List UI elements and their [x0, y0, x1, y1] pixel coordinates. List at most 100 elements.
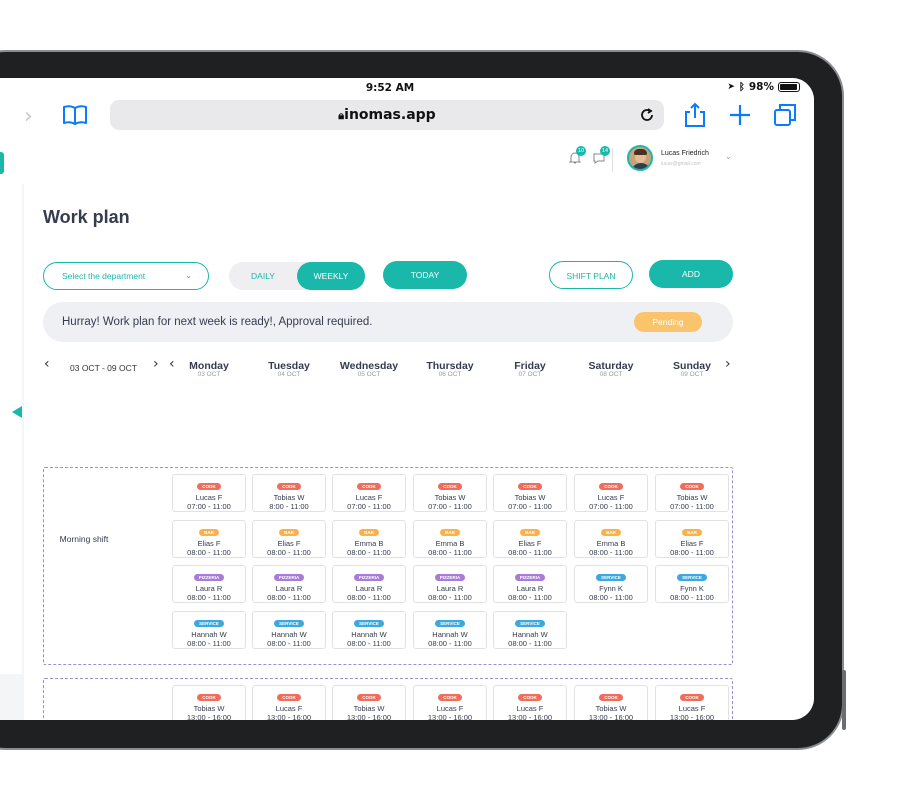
day-header-sunday: Sunday 09 OCT [653, 360, 731, 378]
shift-card[interactable]: SERVICE Hannah W 08:00 - 11:00 [332, 610, 406, 649]
shift-card[interactable]: SERVICE Hannah W 08:00 - 11:00 [172, 610, 246, 649]
day-header-saturday: Saturday 08 OCT [572, 360, 650, 378]
notifications-count: 10 [576, 146, 586, 156]
user-name[interactable]: Lucas Friedrich [661, 150, 709, 157]
bookmarks-icon[interactable] [62, 104, 88, 126]
shift-card[interactable]: PIZZERIA Laura R 08:00 - 11:00 [493, 565, 567, 603]
avatar[interactable] [627, 145, 653, 171]
department-select[interactable]: Select the department ⌄ [43, 262, 209, 290]
employee-name: Emma B [435, 538, 465, 548]
shift-card[interactable]: BAR Elias F 08:00 - 11:00 [172, 519, 246, 558]
messages-count: 14 [600, 146, 610, 156]
employee-name: Tobias W [676, 493, 708, 502]
shift-time: 08:00 - 11:00 [670, 547, 714, 557]
shift-card[interactable]: COOK Lucas F 13:00 - 16:00 [493, 685, 567, 720]
shift-card[interactable]: COOK Lucas F 07:00 - 11:00 [574, 474, 648, 512]
shift-card[interactable]: COOK Lucas F 07:00 - 11:00 [172, 474, 246, 512]
address-bar[interactable]: 🔒︎inomas.app [110, 100, 664, 130]
week-range: 03 OCT - 09 OCT [70, 363, 137, 373]
shift-card[interactable]: PIZZERIA Laura R 08:00 - 11:00 [413, 565, 487, 603]
role-tag: COOK [680, 483, 704, 490]
main-content: Work plan Select the department ⌄ DAILY … [24, 184, 814, 720]
employee-name: Lucas F [597, 493, 625, 502]
shift-card[interactable]: SERVICE Hannah W 08:00 - 11:00 [493, 610, 567, 649]
role-tag: COOK [197, 694, 221, 701]
employee-name: Laura R [355, 584, 383, 593]
shift-card[interactable]: PIZZERIA Laura R 08:00 - 11:00 [172, 565, 246, 603]
sidebar [0, 184, 22, 674]
shift-time: 08:00 - 11:00 [187, 638, 231, 648]
bluetooth-icon: ᛒ [738, 81, 745, 93]
shift-plan-button[interactable]: SHIFT PLAN [549, 261, 633, 289]
shift-card[interactable]: BAR Emma B 08:00 - 11:00 [574, 519, 648, 558]
shift-card[interactable]: BAR Elias F 08:00 - 11:00 [655, 519, 729, 558]
employee-name: Tobias W [353, 704, 385, 713]
next-day-icon[interactable]: › [725, 356, 731, 372]
shift-card[interactable]: COOK Lucas F 13:00 - 16:00 [252, 685, 326, 720]
employee-name: Laura R [436, 584, 464, 593]
employee-name: Emma B [596, 538, 626, 548]
role-tag: SERVICE [435, 619, 465, 627]
status-bar: 9:52 AM ➤ ᛒ 98% [0, 78, 814, 96]
employee-name: Tobias W [514, 493, 546, 502]
chevron-down-icon[interactable]: ⌄ [725, 152, 732, 161]
shift-card[interactable]: COOK Tobias W 07:00 - 11:00 [493, 474, 567, 512]
role-tag: COOK [599, 694, 623, 701]
role-tag: PIZZERIA [434, 574, 466, 581]
shift-card[interactable]: BAR Emma B 08:00 - 11:00 [413, 519, 487, 558]
role-tag: COOK [197, 483, 221, 490]
role-tag: BAR [199, 528, 219, 536]
employee-name: Hannah W [271, 629, 307, 639]
forward-chevron-icon[interactable]: › [24, 104, 33, 129]
share-icon[interactable] [682, 102, 708, 128]
sidebar-toggle[interactable] [0, 152, 4, 174]
status-time: 9:52 AM [365, 82, 415, 94]
daily-tab[interactable]: DAILY [229, 262, 297, 290]
shift-time: 08:00 - 11:00 [267, 593, 311, 602]
shift-card[interactable]: BAR Elias F 08:00 - 11:00 [252, 519, 326, 558]
view-toggle: DAILY WEEKLY [229, 262, 365, 290]
messages[interactable]: 14 [592, 146, 610, 169]
employee-name: Lucas F [516, 704, 544, 713]
shift-card[interactable]: COOK Tobias W 13:00 - 16:00 [574, 685, 648, 720]
role-tag: PIZZERIA [514, 574, 546, 581]
role-tag: SERVICE [515, 619, 545, 627]
shift-card[interactable]: SERVICE Fynn K 08:00 - 11:00 [655, 565, 729, 603]
battery-percent: 98% [748, 81, 774, 93]
shift-card[interactable]: SERVICE Fynn K 08:00 - 11:00 [574, 565, 648, 603]
employee-name: Elias F [197, 538, 221, 548]
role-tag: COOK [277, 694, 301, 701]
prev-week-icon[interactable]: ‹ [44, 356, 50, 372]
today-button[interactable]: TODAY [383, 261, 467, 289]
shift-time: 07:00 - 11:00 [347, 502, 391, 511]
shift-card[interactable]: COOK Tobias W 13:00 - 16:00 [172, 685, 246, 720]
shift-card[interactable]: COOK Lucas F 13:00 - 16:00 [413, 685, 487, 720]
shift-time: 13:00 - 16:00 [507, 713, 553, 720]
reload-icon[interactable] [638, 106, 656, 124]
shift-card[interactable]: COOK Tobias W 07:00 - 11:00 [655, 474, 729, 512]
shift-card[interactable]: COOK Tobias W 8:00 - 11:00 [252, 474, 326, 512]
shift-card[interactable]: BAR Emma B 08:00 - 11:00 [332, 519, 406, 558]
shift-time: 08:00 - 11:00 [347, 638, 391, 648]
shift-card[interactable]: SERVICE Hannah W 08:00 - 11:00 [252, 610, 326, 649]
employee-name: Lucas F [355, 493, 383, 502]
weekly-tab[interactable]: WEEKLY [297, 262, 365, 290]
shift-time: 08:00 - 11:00 [508, 638, 552, 648]
shift-card[interactable]: COOK Lucas F 13:00 - 16:00 [655, 685, 729, 720]
tabs-icon[interactable] [772, 102, 798, 128]
shift-card[interactable]: COOK Tobias W 13:00 - 16:00 [332, 685, 406, 720]
add-button[interactable]: ADD [649, 260, 733, 288]
shift-time: 08:00 - 11:00 [267, 638, 311, 648]
shift-card[interactable]: COOK Lucas F 07:00 - 11:00 [332, 474, 406, 512]
shift-card[interactable]: PIZZERIA Laura R 08:00 - 11:00 [252, 565, 326, 603]
collapse-arrow-icon[interactable] [12, 406, 22, 418]
new-tab-icon[interactable] [727, 102, 753, 128]
shift-card[interactable]: COOK Tobias W 07:00 - 11:00 [413, 474, 487, 512]
status-badge: Pending [634, 312, 702, 332]
shift-card[interactable]: SERVICE Hannah W 08:00 - 11:00 [413, 610, 487, 649]
next-week-icon[interactable]: › [153, 356, 159, 372]
shift-card[interactable]: BAR Elias F 08:00 - 11:00 [493, 519, 567, 558]
employee-name: Lucas F [436, 704, 464, 713]
shift-card[interactable]: PIZZERIA Laura R 08:00 - 11:00 [332, 565, 406, 603]
notifications[interactable]: 10 [568, 146, 586, 169]
